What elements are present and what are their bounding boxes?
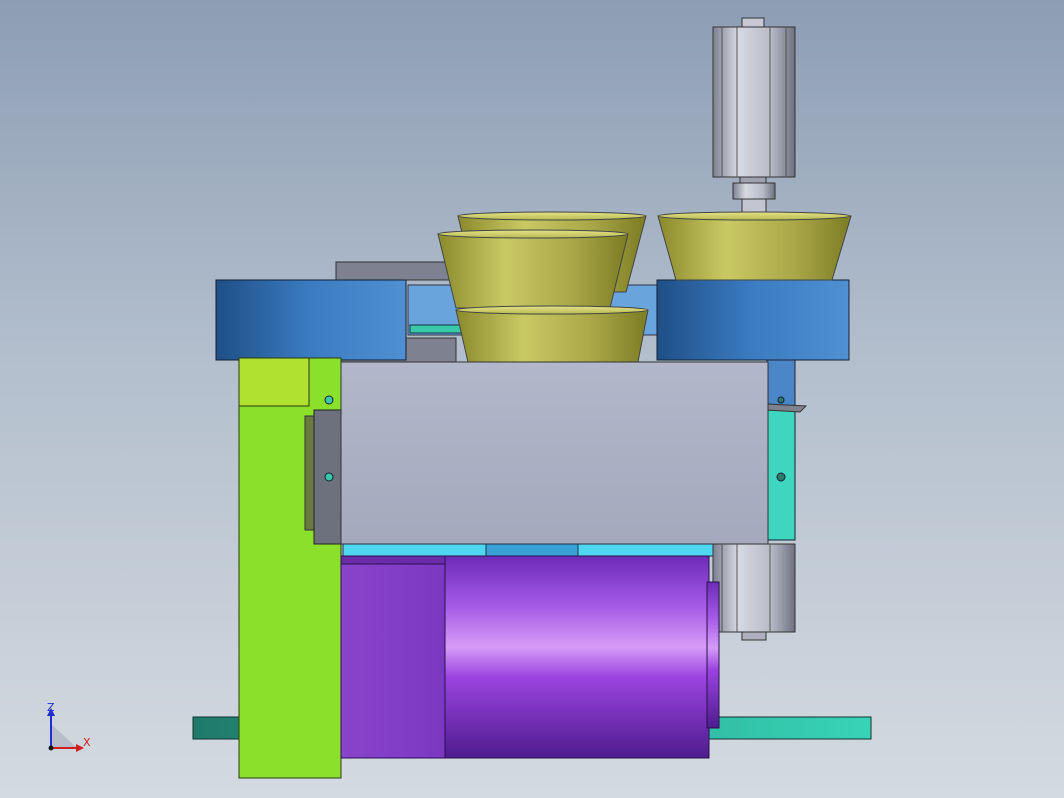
main-housing — [340, 361, 769, 545]
left-clamp — [313, 395, 345, 545]
coordinate-triad: Z X — [47, 701, 91, 752]
x-axis-label: X — [83, 736, 91, 749]
cad-viewport[interactable]: Z X — [0, 0, 1064, 798]
cup-front-top — [437, 229, 629, 309]
cad-model: Z X — [47, 17, 872, 779]
left-ring — [215, 279, 407, 361]
right-ring — [656, 279, 850, 361]
right-bracket — [766, 359, 808, 541]
lower-cylinder — [712, 543, 796, 641]
z-axis-label: Z — [47, 701, 55, 714]
top-cylinder — [712, 17, 796, 216]
motor — [340, 555, 720, 759]
coupling-strip — [342, 543, 714, 557]
cup-front-bottom — [455, 305, 649, 363]
cup-right — [657, 211, 852, 281]
